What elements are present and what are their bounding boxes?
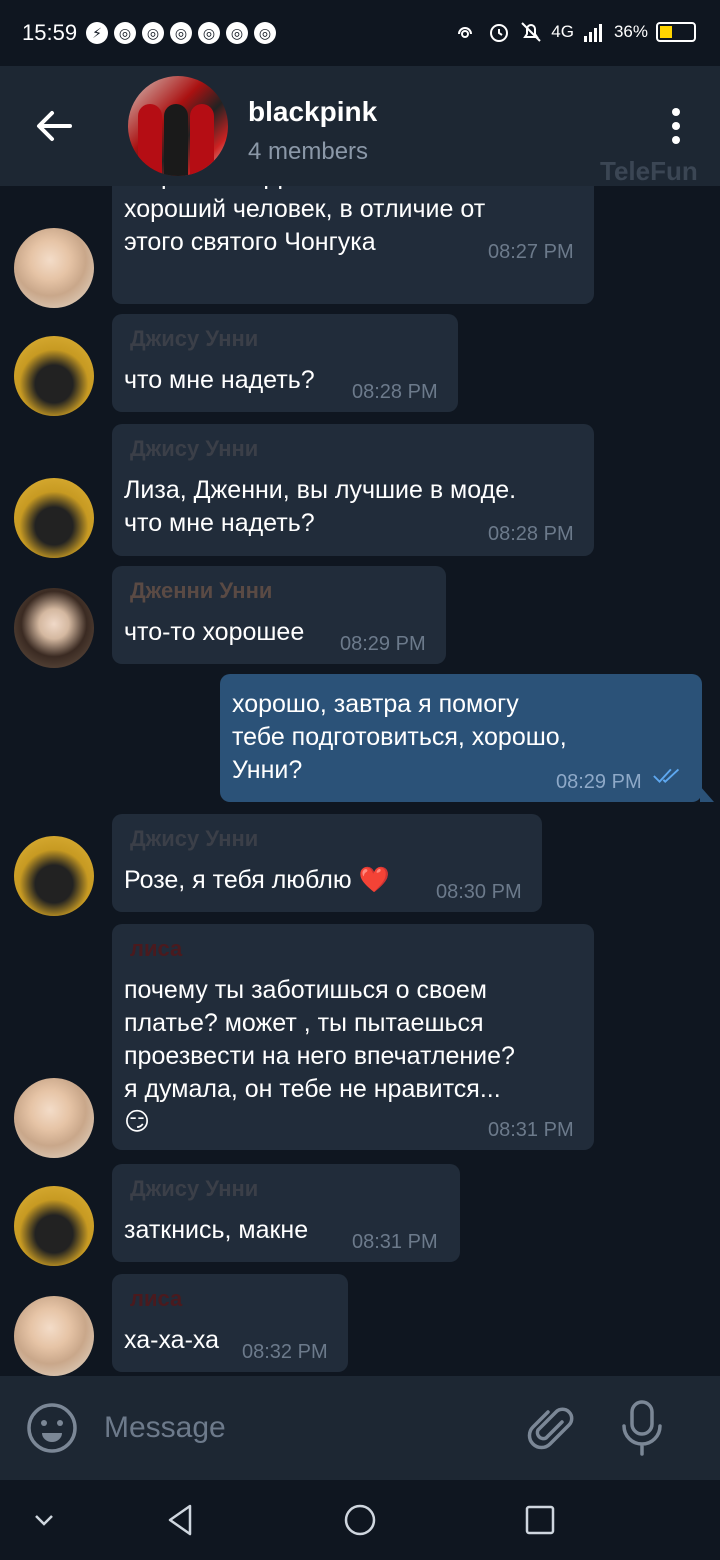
home-nav-icon[interactable]	[340, 1500, 380, 1540]
message-time: 08:31 PM	[352, 1231, 438, 1253]
battery-icon	[656, 22, 696, 42]
system-icons: 4G 36%	[455, 20, 696, 44]
outgoing-message-bubble[interactable]: хорошо, завтра я помогу тебе подготовить…	[220, 674, 702, 802]
message-bubble[interactable]: лиса почему ты заботишься о своем платье…	[112, 924, 594, 1150]
chrome-icon: ◎	[170, 22, 192, 44]
sender-name[interactable]: Джису Унни	[130, 822, 258, 855]
more-options-icon[interactable]	[660, 106, 692, 146]
battery-percent: 36%	[613, 22, 648, 41]
sender-name[interactable]: лиса	[130, 932, 182, 965]
chrome-icon: ◎	[198, 22, 220, 44]
sender-name[interactable]: Джису Унни	[130, 322, 258, 355]
message-text: хорошо, завтра я помогу тебе подготовить…	[232, 690, 567, 784]
sender-avatar[interactable]	[14, 228, 94, 308]
recents-nav-icon[interactable]	[520, 1500, 560, 1540]
chat-header: blackpink 4 members TeleFun	[0, 66, 720, 186]
status-bar: 15:59 ⚡ ◎ ◎ ◎ ◎ ◎ ◎ 4G 36%	[0, 0, 720, 66]
sender-name[interactable]: Джису Унни	[130, 1172, 258, 1205]
message-bubble[interactable]: Дженни Унни что-то хорошее 08:29 PM	[112, 566, 446, 664]
messenger-icon: ⚡	[86, 22, 108, 44]
watermark: TeleFun	[600, 156, 698, 186]
network-label: 4G	[551, 22, 574, 41]
message-text: ха-ха-ха	[124, 1326, 220, 1354]
message-text: что-то хорошее	[124, 618, 305, 646]
back-arrow-icon[interactable]	[30, 102, 78, 150]
message-bubble[interactable]: Джису Унни заткнись, макне 08:31 PM	[112, 1164, 460, 1262]
message-text: что мне надеть?	[124, 366, 315, 394]
group-title[interactable]: blackpink	[248, 96, 377, 128]
status-time: 15:59	[22, 20, 78, 45]
chrome-icon: ◎	[114, 22, 136, 44]
chrome-icon: ◎	[254, 22, 276, 44]
group-avatar[interactable]	[128, 76, 228, 176]
message-bubble[interactable]: лиса ха-ха-ха 08:32 PM	[112, 1274, 348, 1372]
message-time: 08:29 PM	[556, 771, 642, 793]
chrome-icon: ◎	[142, 22, 164, 44]
message-input[interactable]	[104, 1406, 484, 1450]
message-text: заткнись, макне	[124, 1216, 309, 1244]
signal-icon	[583, 24, 602, 42]
message-time: 08:28 PM	[352, 381, 438, 403]
attach-icon[interactable]	[526, 1402, 578, 1454]
member-count: 4 members	[248, 138, 369, 165]
chevron-down-icon[interactable]	[24, 1500, 64, 1540]
sender-name[interactable]: Джису Унни	[130, 432, 258, 465]
sender-avatar[interactable]	[14, 478, 94, 558]
message-text: Розе, я тебя люблю ❤️	[124, 866, 390, 894]
message-time: 08:30 PM	[436, 881, 522, 903]
alarm-icon	[490, 24, 509, 42]
read-receipt-icon	[653, 768, 680, 784]
message-text: почему ты заботишься о своем платье? мож…	[124, 976, 515, 1136]
message-bubble[interactable]: Джису Унни Розе, я тебя люблю ❤️ 08:30 P…	[112, 814, 542, 912]
sender-avatar[interactable]	[14, 1078, 94, 1158]
sender-avatar[interactable]	[14, 588, 94, 668]
emoji-icon[interactable]	[26, 1402, 78, 1454]
sender-avatar[interactable]	[14, 1186, 94, 1266]
message-text: встреться с Джин Оппой. он хороший челов…	[124, 186, 486, 256]
sender-avatar[interactable]	[14, 336, 94, 416]
microphone-icon[interactable]	[616, 1398, 668, 1458]
message-text: Лиза, Дженни, вы лучшие в моде. что мне …	[124, 476, 517, 537]
sender-name[interactable]: Дженни Унни	[130, 574, 272, 607]
chrome-icon: ◎	[226, 22, 248, 44]
mute-icon	[521, 22, 541, 42]
message-list[interactable]: встреться с Джин Оппой. он хороший челов…	[0, 186, 720, 1376]
hotspot-icon	[458, 27, 473, 38]
message-bubble[interactable]: Джису Унни Лиза, Дженни, вы лучшие в мод…	[112, 424, 594, 556]
system-navigation-bar	[0, 1480, 720, 1560]
message-time: 08:27 PM	[488, 241, 574, 263]
message-time: 08:31 PM	[488, 1119, 574, 1141]
sender-avatar[interactable]	[14, 1296, 94, 1376]
composer	[0, 1376, 720, 1480]
sender-name[interactable]: лиса	[130, 1282, 182, 1315]
message-bubble[interactable]: Джису Унни что мне надеть? 08:28 PM	[112, 314, 458, 412]
message-time: 08:28 PM	[488, 523, 574, 545]
bubble-tail	[700, 786, 714, 802]
message-time: 08:32 PM	[242, 1341, 328, 1363]
message-time: 08:29 PM	[340, 633, 426, 655]
back-nav-icon[interactable]	[160, 1500, 200, 1540]
message-bubble[interactable]: встреться с Джин Оппой. он хороший челов…	[112, 186, 594, 304]
notification-icons: ⚡ ◎ ◎ ◎ ◎ ◎ ◎	[86, 22, 276, 44]
sender-avatar[interactable]	[14, 836, 94, 916]
